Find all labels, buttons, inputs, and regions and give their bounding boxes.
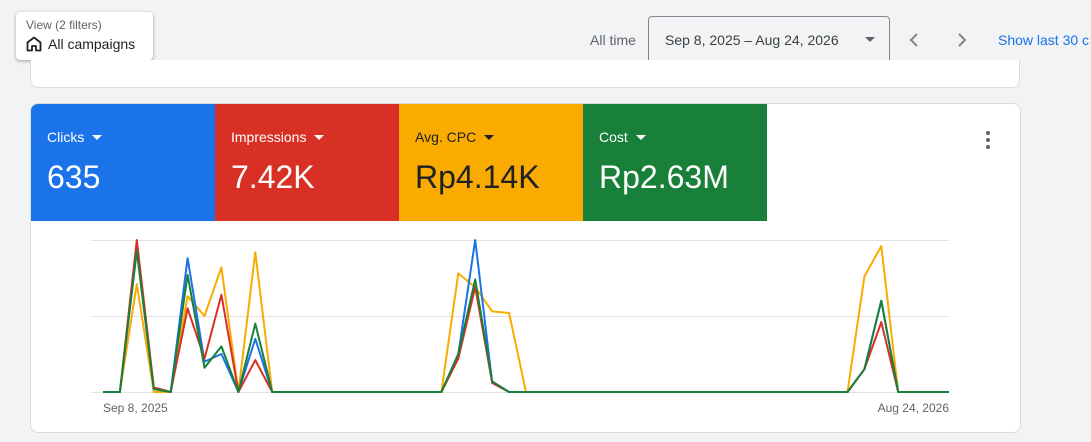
dropdown-arrow-icon (314, 134, 325, 140)
dropdown-arrow-icon (92, 134, 103, 140)
metric-tile-impressions[interactable]: Impressions 7.42K (215, 104, 399, 221)
more-vert-icon (986, 131, 990, 135)
date-range-picker[interactable]: Sep 8, 2025 – Aug 24, 2026 (648, 16, 890, 64)
view-filters-label: View (2 filters) (26, 18, 102, 32)
metric-label: Cost (599, 129, 628, 145)
chevron-left-icon (909, 33, 918, 47)
performance-card: Clicks 635 Impressions 7.42K Avg. CPC Rp… (30, 103, 1021, 433)
metric-value: 7.42K (231, 159, 315, 195)
date-range-text: Sep 8, 2025 – Aug 24, 2026 (665, 32, 839, 48)
all-time-label: All time (590, 32, 636, 48)
dropdown-arrow-icon (484, 134, 495, 140)
metric-tile-clicks[interactable]: Clicks 635 (31, 104, 215, 221)
metric-value: 635 (47, 159, 101, 195)
dropdown-arrow-icon (635, 134, 646, 140)
series-line-cost (103, 249, 949, 393)
view-selector-button[interactable]: View (2 filters) All campaigns (16, 12, 153, 60)
metric-label: Clicks (47, 129, 85, 145)
dropdown-arrow-icon (865, 37, 875, 42)
home-icon (26, 36, 42, 52)
previous-card-bottom (30, 60, 1020, 88)
previous-period-button[interactable] (902, 28, 926, 52)
metric-label: Impressions (231, 129, 307, 145)
view-name: All campaigns (48, 36, 136, 52)
x-axis-start-label: Sep 8, 2025 (103, 401, 168, 415)
metric-tile-cost[interactable]: Cost Rp2.63M (583, 104, 767, 221)
x-axis-end-label: Aug 24, 2026 (878, 401, 950, 415)
next-period-button[interactable] (950, 28, 974, 52)
chart-svg: Sep 8, 2025 Aug 24, 2026 (91, 239, 950, 415)
more-options-button[interactable] (976, 128, 1000, 152)
metric-value: Rp2.63M (599, 159, 729, 195)
chevron-right-icon (958, 33, 967, 47)
metric-value: Rp4.14K (415, 159, 540, 195)
performance-chart: Sep 8, 2025 Aug 24, 2026 (31, 221, 1020, 432)
show-last-30-days-link[interactable]: Show last 30 c (998, 32, 1089, 48)
metric-label: Avg. CPC (415, 129, 477, 145)
metric-tile-avg-cpc[interactable]: Avg. CPC Rp4.14K (399, 104, 583, 221)
